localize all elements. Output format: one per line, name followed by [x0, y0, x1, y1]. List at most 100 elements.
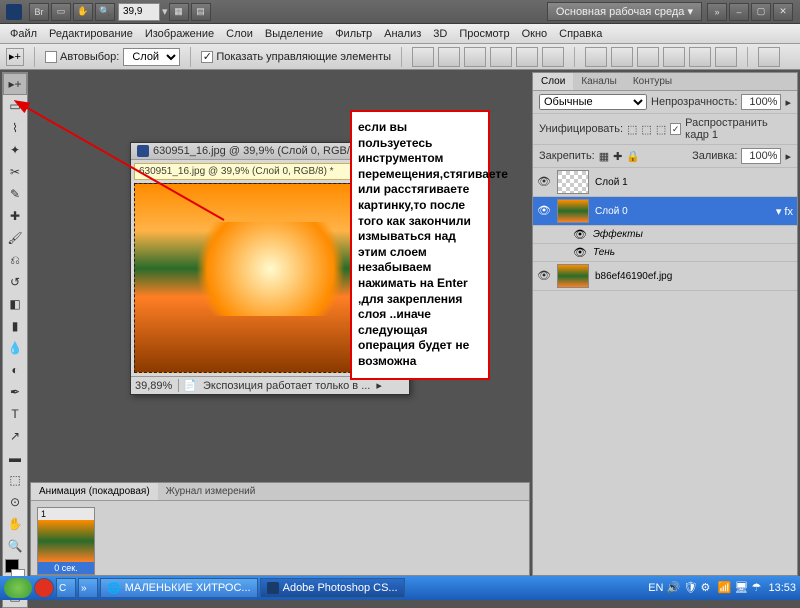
layer-effect[interactable]: 👁Эффекты [533, 226, 797, 244]
blend-mode-select[interactable]: Обычные [539, 94, 647, 110]
eye-icon[interactable]: 👁 [573, 246, 587, 259]
propagate-checkbox[interactable]: ✓ [670, 123, 681, 135]
tab-measurements[interactable]: Журнал измерений [158, 483, 264, 500]
minimize-button[interactable]: – [729, 3, 749, 21]
lasso-tool[interactable]: ⌇ [3, 117, 27, 139]
menu-help[interactable]: Справка [553, 26, 608, 42]
dodge-tool[interactable]: ◐ [3, 359, 27, 381]
zoom-tool[interactable]: 🔍 [3, 535, 27, 557]
type-tool[interactable]: T [3, 403, 27, 425]
distribute-3-icon[interactable] [637, 47, 659, 67]
zoom-field[interactable] [118, 3, 160, 21]
heal-tool[interactable]: ✚ [3, 205, 27, 227]
align-left-icon[interactable] [490, 47, 512, 67]
close-button[interactable]: ✕ [773, 3, 793, 21]
opacity-field[interactable]: 100% [741, 94, 781, 110]
show-controls-checkbox[interactable]: ✓Показать управляющие элементы [201, 51, 391, 63]
menu-window[interactable]: Окно [516, 26, 554, 42]
tray-icon[interactable]: 🔊 [666, 581, 680, 595]
tray-icon[interactable]: ☂ [751, 581, 765, 595]
3d-tool[interactable]: ⬚ [3, 469, 27, 491]
tab-channels[interactable]: Каналы [573, 73, 625, 90]
lock-all-icon[interactable]: 🔒 [626, 150, 640, 163]
unify-icon-3[interactable]: ⬚ [656, 123, 666, 136]
zoom-icon[interactable]: 🔍 [95, 3, 115, 21]
menu-edit[interactable]: Редактирование [43, 26, 139, 42]
lock-pixels-icon[interactable]: ▦ [599, 150, 609, 163]
auto-align-icon[interactable] [758, 47, 780, 67]
animation-frame[interactable]: 1 0 сек. [37, 507, 95, 575]
menu-select[interactable]: Выделение [259, 26, 329, 42]
lang-indicator[interactable]: EN [648, 582, 663, 594]
maximize-button[interactable]: ▢ [751, 3, 771, 21]
lock-position-icon[interactable]: ✚ [613, 150, 622, 163]
layer-fx-icon[interactable]: ▾ fx [776, 205, 793, 218]
history-brush-tool[interactable]: ↺ [3, 271, 27, 293]
tab-animation[interactable]: Анимация (покадровая) [31, 483, 158, 500]
taskbar-item[interactable]: 🌐МАЛЕНЬКИЕ ХИТРОС... [100, 578, 258, 598]
eyedropper-tool[interactable]: ✎ [3, 183, 27, 205]
gradient-tool[interactable]: ▮ [3, 315, 27, 337]
path-tool[interactable]: ↗ [3, 425, 27, 447]
clock[interactable]: 13:53 [768, 582, 796, 594]
workspace-switcher[interactable]: Основная рабочая среда ▾ [547, 2, 702, 21]
distribute-6-icon[interactable] [715, 47, 737, 67]
shape-tool[interactable]: ▬ [3, 447, 27, 469]
screen-mode-icon[interactable]: ▭ [51, 3, 71, 21]
move-tool[interactable]: ▸+ [3, 73, 27, 95]
unify-icon-2[interactable]: ⬚ [641, 123, 651, 136]
wand-tool[interactable]: ✦ [3, 139, 27, 161]
extras-icon[interactable]: ▤ [191, 3, 211, 21]
align-bottom-icon[interactable] [464, 47, 486, 67]
autoselect-target[interactable]: Слой [123, 48, 180, 66]
stamp-tool[interactable]: ⎌ [3, 249, 27, 271]
taskbar-item[interactable]: Adobe Photoshop CS... [260, 578, 405, 598]
quick-launch-2[interactable]: C [56, 578, 76, 598]
menu-filter[interactable]: Фильтр [329, 26, 378, 42]
tray-icon[interactable]: 🛡 [683, 581, 697, 595]
distribute-2-icon[interactable] [611, 47, 633, 67]
menu-image[interactable]: Изображение [139, 26, 220, 42]
menu-analysis[interactable]: Анализ [378, 26, 427, 42]
menu-layers[interactable]: Слои [220, 26, 259, 42]
distribute-1-icon[interactable] [585, 47, 607, 67]
brush-tool[interactable]: 🖌 [3, 227, 27, 249]
menu-view[interactable]: Просмотр [453, 26, 515, 42]
autoselect-checkbox[interactable]: Автовыбор: [45, 51, 119, 63]
distribute-5-icon[interactable] [689, 47, 711, 67]
tray-icon[interactable]: 🖥 [734, 581, 748, 595]
layer-item[interactable]: 👁b86ef46190ef.jpg [533, 262, 797, 291]
layer-item[interactable]: 👁Слой 0▾ fx [533, 197, 797, 226]
arrange-icon[interactable]: ▦ [169, 3, 189, 21]
menu-3d[interactable]: 3D [427, 26, 453, 42]
tray-icon[interactable]: ⚙ [700, 581, 714, 595]
menu-file[interactable]: Файл [4, 26, 43, 42]
fill-field[interactable]: 100% [741, 148, 781, 164]
eraser-tool[interactable]: ◧ [3, 293, 27, 315]
tab-layers[interactable]: Слои [533, 73, 573, 90]
start-button[interactable] [4, 578, 32, 598]
visibility-icon[interactable]: 👁 [537, 269, 551, 283]
pen-tool[interactable]: ✒ [3, 381, 27, 403]
hand-icon[interactable]: ✋ [73, 3, 93, 21]
chevron-right-icon[interactable]: » [707, 3, 727, 21]
frame-duration[interactable]: 0 сек. [38, 562, 94, 574]
marquee-tool[interactable]: ▭ [3, 95, 27, 117]
align-right-icon[interactable] [542, 47, 564, 67]
3d-camera-tool[interactable]: ⊙ [3, 491, 27, 513]
quick-launch-3[interactable]: » [78, 578, 98, 598]
tray-icon[interactable]: 📶 [717, 581, 731, 595]
layer-item[interactable]: 👁Слой 1 [533, 168, 797, 197]
visibility-icon[interactable]: 👁 [537, 175, 551, 189]
unify-icon-1[interactable]: ⬚ [627, 123, 637, 136]
align-hcenter-icon[interactable] [516, 47, 538, 67]
align-top-icon[interactable] [412, 47, 434, 67]
distribute-4-icon[interactable] [663, 47, 685, 67]
layer-effect[interactable]: 👁Тень [533, 244, 797, 262]
hand-tool[interactable]: ✋ [3, 513, 27, 535]
visibility-icon[interactable]: 👁 [537, 204, 551, 218]
quick-launch-1[interactable] [34, 578, 54, 598]
bridge-icon[interactable]: Br [29, 3, 49, 21]
blur-tool[interactable]: 💧 [3, 337, 27, 359]
tab-paths[interactable]: Контуры [625, 73, 680, 90]
